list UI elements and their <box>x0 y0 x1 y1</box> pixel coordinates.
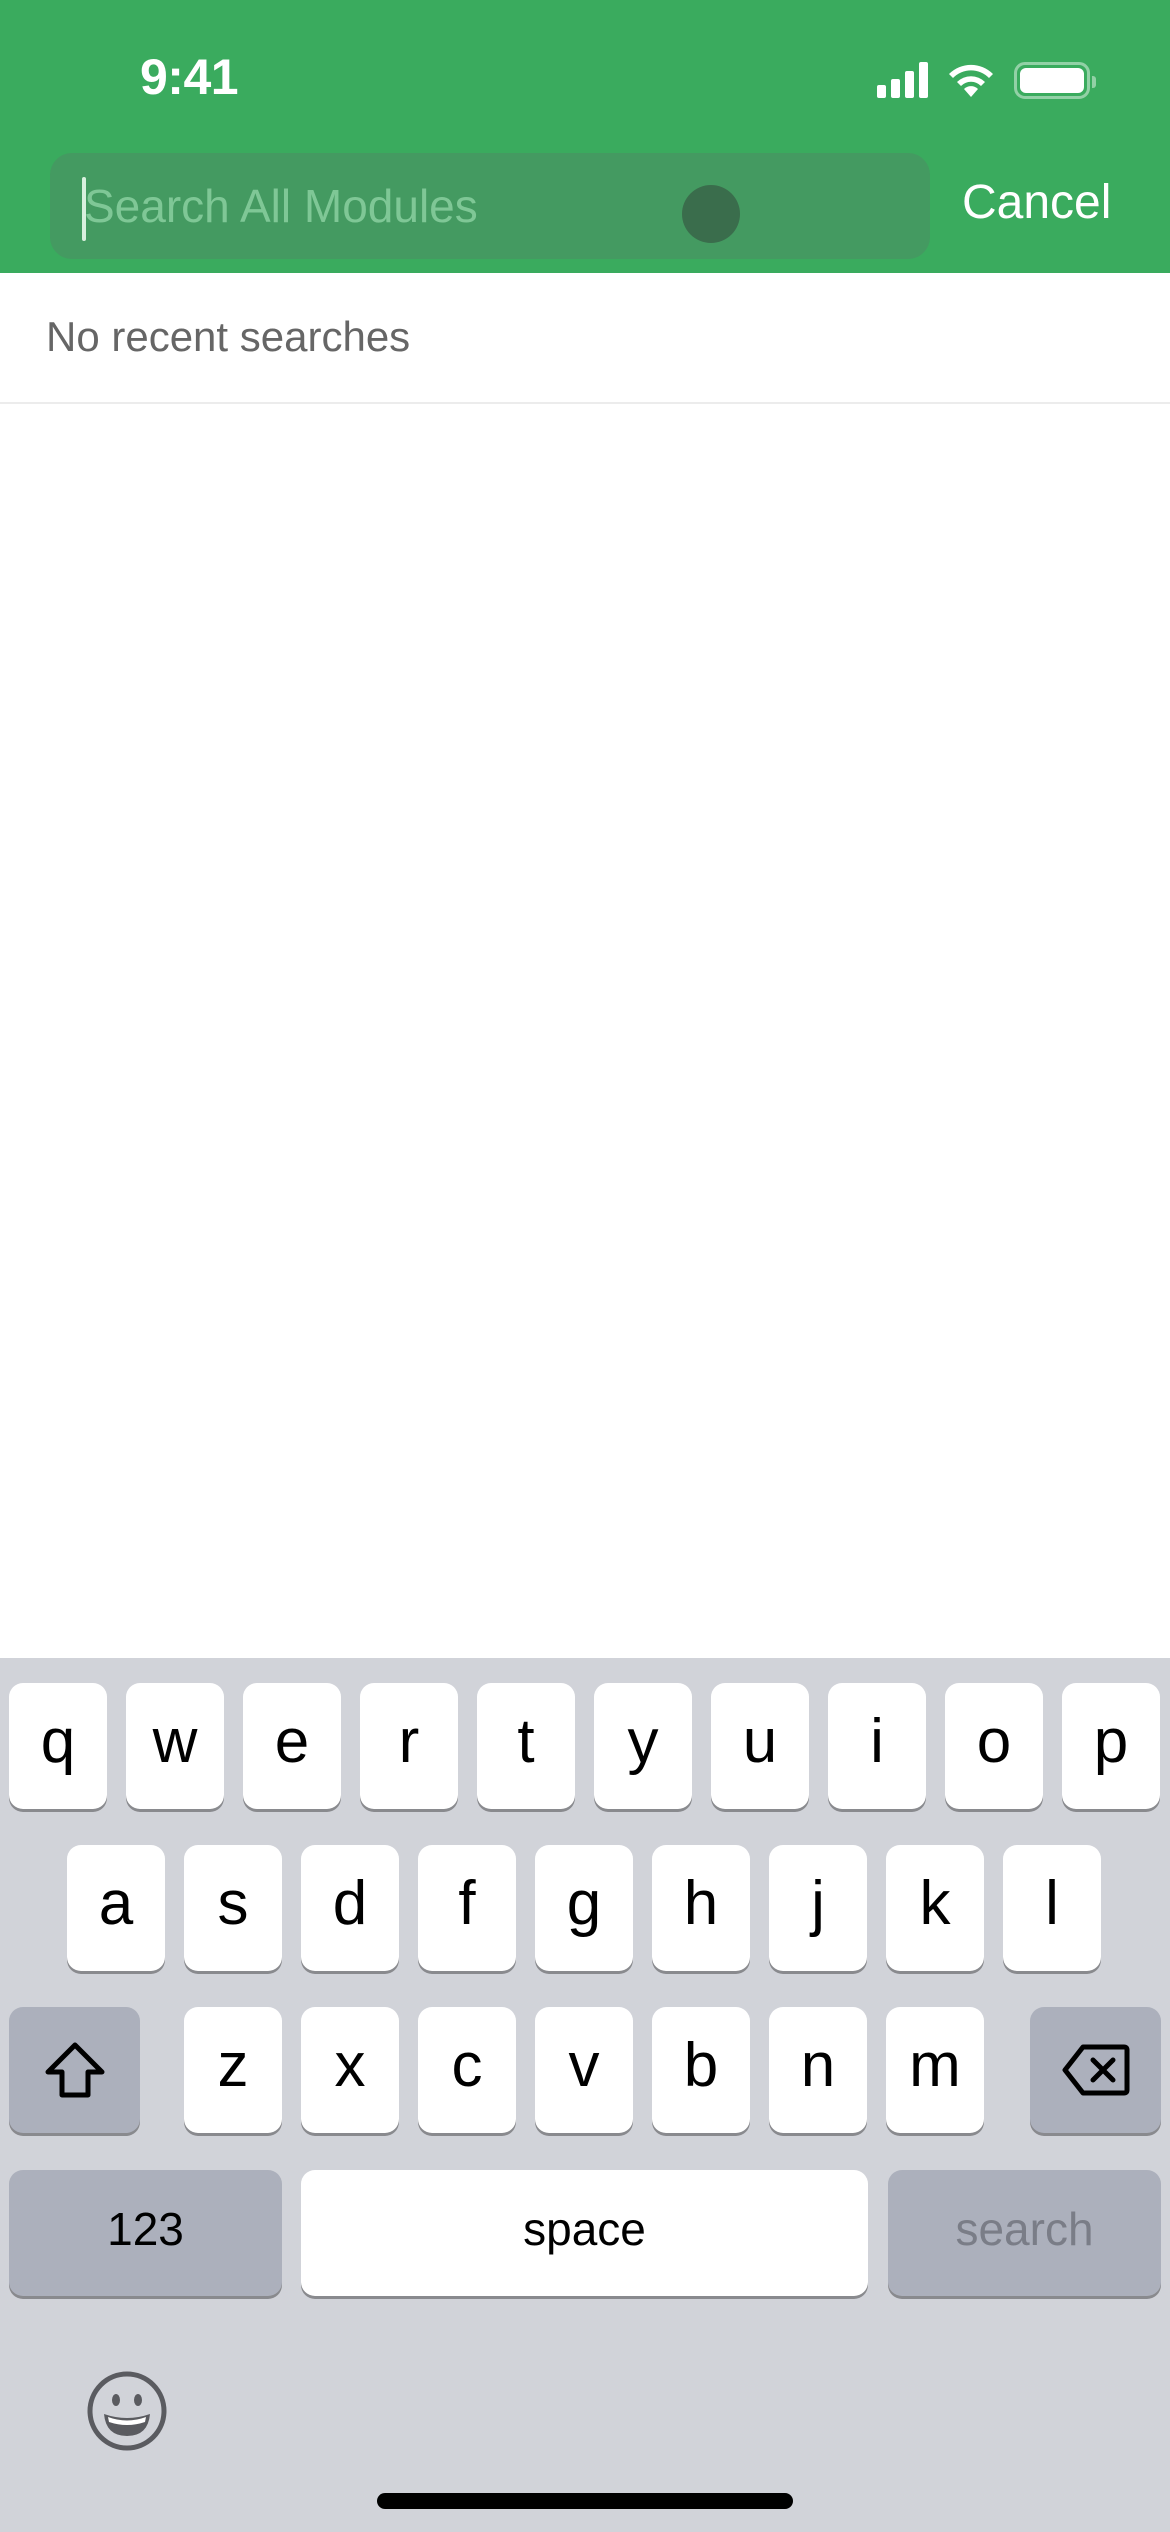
wifi-icon <box>949 64 993 97</box>
backspace-key[interactable] <box>1030 2007 1161 2133</box>
key-label: r <box>398 1707 420 1776</box>
key-e[interactable]: e <box>243 1683 341 1809</box>
key-u[interactable]: u <box>711 1683 809 1809</box>
key-z[interactable]: z <box>184 2007 282 2133</box>
key-label: k <box>919 1869 951 1938</box>
key-n[interactable]: n <box>769 2007 867 2133</box>
key-label: b <box>683 2031 719 2100</box>
status-icons <box>877 60 1096 100</box>
key-i[interactable]: i <box>828 1683 926 1809</box>
home-indicator[interactable] <box>377 2493 793 2509</box>
key-j[interactable]: j <box>769 1845 867 1971</box>
key-l[interactable]: l <box>1003 1845 1101 1971</box>
key-label: t <box>517 1707 535 1776</box>
key-label: space <box>523 2203 646 2255</box>
numbers-key[interactable]: 123 <box>9 2170 282 2296</box>
key-label: o <box>976 1707 1012 1776</box>
recent-searches-row: No recent searches <box>0 273 1170 404</box>
key-label: u <box>742 1707 778 1776</box>
shift-arrow-icon <box>45 2042 104 2098</box>
key-label: n <box>800 2031 836 2100</box>
search-field[interactable] <box>50 153 930 259</box>
search-input[interactable] <box>84 153 884 259</box>
key-o[interactable]: o <box>945 1683 1043 1809</box>
touch-indicator <box>682 185 740 243</box>
key-label: 123 <box>107 2203 184 2255</box>
key-t[interactable]: t <box>477 1683 575 1809</box>
key-label: c <box>451 2031 483 2100</box>
key-w[interactable]: w <box>126 1683 224 1809</box>
key-label: a <box>98 1869 134 1938</box>
key-label: h <box>683 1869 719 1938</box>
key-label: v <box>568 2031 600 2100</box>
key-label: d <box>332 1869 368 1938</box>
key-f[interactable]: f <box>418 1845 516 1971</box>
key-x[interactable]: x <box>301 2007 399 2133</box>
key-label: j <box>811 1869 825 1938</box>
key-label: p <box>1093 1707 1129 1776</box>
key-h[interactable]: h <box>652 1845 750 1971</box>
key-label: y <box>627 1707 659 1776</box>
key-label: i <box>870 1707 884 1776</box>
search-return-key[interactable]: search <box>888 2170 1161 2296</box>
key-label: g <box>566 1869 602 1938</box>
battery-full-icon <box>1014 61 1096 99</box>
cancel-button[interactable]: Cancel <box>962 175 1111 230</box>
no-recent-searches-label: No recent searches <box>46 313 411 360</box>
key-label: search <box>955 2203 1094 2255</box>
keyboard: q w e r t y u i o p a s d f g h j k l z … <box>0 1658 1170 2532</box>
key-label: x <box>334 2031 366 2100</box>
key-label: f <box>458 1869 476 1938</box>
key-v[interactable]: v <box>535 2007 633 2133</box>
key-label: e <box>274 1707 310 1776</box>
key-label: m <box>909 2031 961 2100</box>
key-label: z <box>217 2031 249 2100</box>
key-c[interactable]: c <box>418 2007 516 2133</box>
space-key[interactable]: space <box>301 2170 868 2296</box>
key-m[interactable]: m <box>886 2007 984 2133</box>
key-r[interactable]: r <box>360 1683 458 1809</box>
navigation-header: 9:41 Cancel <box>0 0 1170 273</box>
key-label: q <box>40 1707 76 1776</box>
key-s[interactable]: s <box>184 1845 282 1971</box>
shift-key[interactable] <box>9 2007 140 2133</box>
cellular-signal-icon <box>877 62 928 98</box>
key-d[interactable]: d <box>301 1845 399 1971</box>
key-label: s <box>217 1869 249 1938</box>
key-g[interactable]: g <box>535 1845 633 1971</box>
key-q[interactable]: q <box>9 1683 107 1809</box>
key-label: l <box>1045 1869 1059 1938</box>
delete-backward-icon <box>1062 2044 1129 2096</box>
key-b[interactable]: b <box>652 2007 750 2133</box>
key-p[interactable]: p <box>1062 1683 1160 1809</box>
key-a[interactable]: a <box>67 1845 165 1971</box>
emoji-smiley-icon[interactable] <box>86 2370 168 2452</box>
key-k[interactable]: k <box>886 1845 984 1971</box>
key-label: w <box>152 1707 198 1776</box>
status-time: 9:41 <box>140 49 239 105</box>
key-y[interactable]: y <box>594 1683 692 1809</box>
